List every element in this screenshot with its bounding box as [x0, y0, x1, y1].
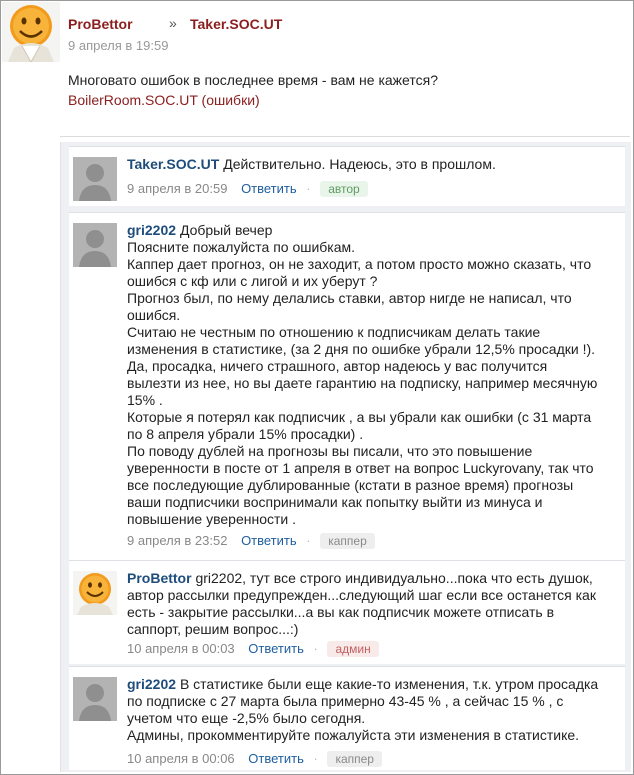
comment-author-link[interactable]: gri2202 [127, 222, 176, 238]
post-text: Многовато ошибок в последнее время - вам… [68, 72, 438, 88]
comment-text-line: Прогноз был, по нему делались ставки, ав… [127, 290, 572, 306]
comment-timestamp: 9 апреля в 23:52 [127, 533, 228, 548]
comment-author-link[interactable]: gri2202 [127, 676, 176, 692]
role-badge: автор [320, 181, 368, 197]
comment-text-line: изменения в статистике, (за 2 дня по оши… [127, 341, 596, 357]
comment-text-line: вылезти из нее, но вы даете гарантию на … [127, 375, 598, 391]
post-author-link[interactable]: ProBettor [68, 16, 133, 32]
default-user-avatar-icon[interactable] [73, 223, 117, 267]
post-divider [60, 136, 630, 137]
comment-body: gri2202 Добрый вечер Поясните пожалуйста… [127, 222, 623, 528]
post-recipient-link[interactable]: Taker.SOC.UT [190, 16, 282, 32]
comment-text-line: учетом что еще -2,5% было сегодня. [127, 710, 366, 726]
reply-link[interactable]: Ответить [241, 533, 297, 548]
comment-text-line: ваши подписчики воспринимали как попытку… [127, 494, 543, 510]
comment-text-line: повышение уверенности . [127, 511, 297, 527]
comment-meta: 9 апреля в 20:59 Ответить · автор [127, 181, 368, 197]
comment: gri2202 В статистике были еще какие-то и… [69, 666, 625, 770]
comment-text-line: gri2202, тут все строго индивидуально...… [195, 570, 593, 586]
comment-text-line: по подписке с 27 марта была примерно 43-… [127, 693, 564, 709]
comment-timestamp: 10 апреля в 00:03 [127, 641, 235, 656]
comment-text-line: все последующие дублированные (кстати в … [127, 477, 574, 493]
comment-meta: 10 апреля в 00:03 Ответить · админ [127, 641, 379, 657]
comment-text-line: Админы, прокомментируйте пожалуйста эти … [127, 727, 580, 743]
role-badge: каппер [320, 533, 375, 549]
comment: gri2202 Добрый вечер Поясните пожалуйста… [69, 212, 625, 560]
comments-thread: Taker.SOC.UT Действительно. Надеюсь, это… [60, 142, 631, 772]
comment-text-line: По поводу дублей на прогнозы вы писали, … [127, 443, 533, 459]
comment-author-link[interactable]: Taker.SOC.UT [127, 156, 219, 172]
comment-body: ProBettor gri2202, тут все строго индиви… [127, 570, 623, 638]
reply-link[interactable]: Ответить [248, 751, 304, 766]
comment-text-line: уверенности в посте от 1 апреля в ответ … [127, 460, 594, 476]
comment-text-line: саппорт, решим вопрос...:) [127, 621, 299, 637]
comment-body: gri2202 В статистике были еще какие-то и… [127, 676, 623, 744]
comment-text: Действительно. Надеюсь, это в прошлом. [223, 156, 496, 172]
comment-text-line: есть - закрытие рассылки...а вы как подп… [127, 604, 555, 620]
comment-text-line: 15% . [127, 392, 163, 408]
role-badge: каппер [327, 751, 382, 767]
comment-body: Taker.SOC.UT Действительно. Надеюсь, это… [127, 156, 623, 173]
meta-dot: · [306, 181, 311, 196]
comment-timestamp: 10 апреля в 00:06 [127, 751, 235, 766]
post-recipient-separator: » [169, 15, 177, 31]
comment-text-line: по 8 апреля убрали 15% просадки) . [127, 426, 364, 442]
comment-text-line: ошибся. [127, 307, 181, 323]
default-user-avatar-icon[interactable] [73, 677, 117, 721]
smiley-avatar-icon[interactable] [73, 571, 117, 615]
comment-text-line: Поясните пожалуйста по ошибкам. [127, 239, 356, 255]
comment-timestamp: 9 апреля в 20:59 [127, 181, 228, 196]
post: ProBettor » Taker.SOC.UT 9 апреля в 19:5… [2, 2, 630, 132]
comment-meta: 10 апреля в 00:06 Ответить · каппер [127, 751, 382, 767]
comment-text-line: автор рассылки предупрежден...следующий … [127, 587, 596, 603]
comment-text-line: Считаю не честным по отношению к подписч… [127, 324, 541, 340]
comment: ProBettor gri2202, тут все строго индиви… [69, 560, 625, 664]
meta-dot: · [313, 641, 318, 656]
comment-meta: 9 апреля в 23:52 Ответить · каппер [127, 533, 375, 549]
meta-dot: · [306, 533, 311, 548]
comment-text-line: Да, просадка, ничего страшного, автор на… [127, 358, 548, 374]
role-badge: админ [327, 641, 379, 657]
post-attachment-link[interactable]: BoilerRoom.SOC.UT (ошибки) [68, 92, 260, 108]
comment-text-line: ошибся с кф или с лигой и их уберут ? [127, 273, 378, 289]
comment-text-line: В статистике были еще какие-то изменения… [179, 676, 599, 692]
comment-author-link[interactable]: ProBettor [127, 570, 192, 586]
smiley-avatar-icon[interactable] [2, 2, 60, 62]
default-user-avatar-icon[interactable] [73, 157, 117, 201]
comment: Taker.SOC.UT Действительно. Надеюсь, это… [69, 146, 625, 206]
comment-text-line: Каппер дает прогноз, он не заходит, а по… [127, 256, 592, 272]
comment-text-line: Которые я потерял как подписчик , а вы у… [127, 409, 592, 425]
reply-link[interactable]: Ответить [248, 641, 304, 656]
post-timestamp: 9 апреля в 19:59 [68, 38, 169, 53]
meta-dot: · [313, 751, 318, 766]
comment-text-line: Добрый вечер [179, 222, 273, 238]
reply-link[interactable]: Ответить [241, 181, 297, 196]
